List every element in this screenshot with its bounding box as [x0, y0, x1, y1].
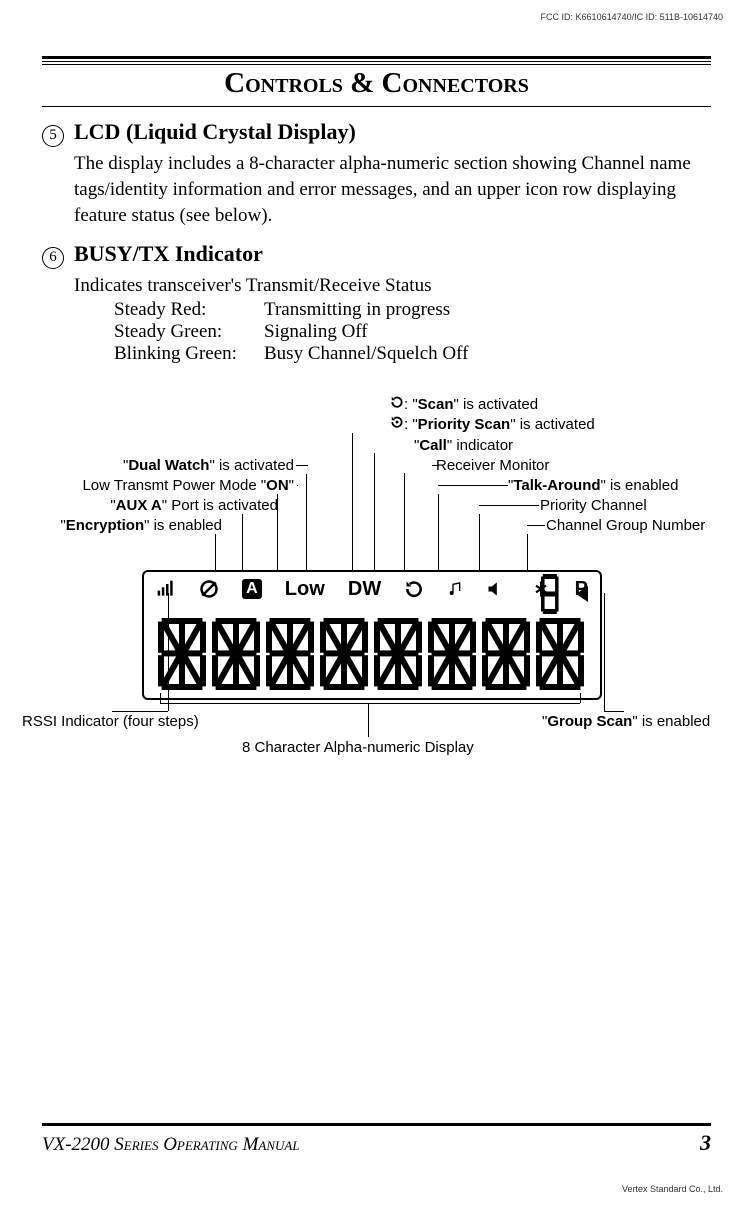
scan-cycle-icon: [390, 395, 404, 409]
leader-line: [368, 703, 369, 737]
status-row: Blinking Green: Busy Channel/Squelch Off: [114, 343, 711, 365]
leader-line: [604, 593, 605, 711]
page-title: Controls & Connectors: [224, 67, 529, 99]
leader-line: [296, 465, 308, 466]
segment-char: [536, 618, 584, 690]
segment-char: [158, 618, 206, 690]
alpha-numeric-segments: [158, 618, 584, 690]
encryption-off-icon: [199, 579, 219, 599]
priority-scan-label: : "Priority Scan" is activated: [390, 415, 595, 433]
lcd-icon-row: A Low DW P: [156, 578, 588, 601]
status-row: Steady Red: Transmitting in progress: [114, 299, 711, 321]
leader-line: [277, 494, 278, 574]
segment-char: [482, 618, 530, 690]
group-scan-label: "Group Scan" is enabled: [542, 713, 710, 730]
speaker-monitor-icon: [486, 579, 506, 599]
lcd-panel: A Low DW P: [142, 570, 602, 700]
leader-line: [306, 474, 307, 574]
page-footer: VX-2200 Series Operating Manual 3: [42, 1123, 711, 1156]
dual-watch-label: "Dual Watch" is activated: [94, 457, 294, 474]
leader-line: [438, 485, 508, 486]
leader-line: [352, 433, 353, 573]
leader-line: [242, 514, 243, 574]
leader-line: [527, 534, 528, 574]
receiver-monitor-label: Receiver Monitor: [436, 457, 549, 474]
status-label: Blinking Green:: [114, 343, 264, 365]
status-desc: Busy Channel/Squelch Off: [264, 343, 468, 365]
alphanumeric-label: 8 Character Alpha-numeric Display: [242, 739, 474, 756]
segment-char: [320, 618, 368, 690]
low-power-label: Low Transmt Power Mode "ON": [59, 477, 294, 494]
leader-line: [432, 465, 438, 466]
leader-line: [479, 514, 480, 574]
rule-top: [42, 56, 711, 62]
leader-line: [168, 593, 169, 711]
leader-line: [604, 711, 624, 712]
status-desc: Transmitting in progress: [264, 299, 450, 321]
scan-icon: [404, 579, 424, 599]
copyright-text: Vertex Standard Co., Ltd.: [622, 1184, 723, 1194]
segment-char: [266, 618, 314, 690]
status-table: Steady Red: Transmitting in progress Ste…: [114, 299, 711, 365]
section-5-title: LCD (Liquid Crystal Display): [74, 119, 356, 145]
leader-line: [438, 494, 439, 574]
dual-watch-icon: DW: [348, 578, 381, 601]
talk-around-label: "Talk-Around" is enabled: [508, 477, 678, 494]
channel-group-segment: [540, 574, 568, 618]
circled-number-5: 5: [42, 125, 64, 147]
fcc-id-text: FCC ID: K6610614740/IC ID: 511B-10614740: [541, 12, 723, 22]
section-6-title: BUSY/TX Indicator: [74, 241, 263, 267]
section-5-heading: 5 LCD (Liquid Crystal Display): [42, 119, 711, 147]
leader-line: [160, 693, 161, 703]
group-scan-arrow-icon: [576, 586, 588, 602]
leader-line: [297, 485, 298, 486]
segment-char: [374, 618, 422, 690]
leader-line: [580, 693, 581, 703]
status-desc: Signaling Off: [264, 321, 368, 343]
scan-label: : "Scan" is activated: [390, 395, 538, 413]
aux-a-icon: A: [242, 579, 262, 599]
leader-line: [527, 525, 545, 526]
page-content: Controls & Connectors 5 LCD (Liquid Crys…: [0, 0, 753, 795]
call-note-icon: [447, 579, 463, 599]
low-power-icon: Low: [285, 578, 325, 601]
leader-line: [479, 505, 539, 506]
section-5-body: The display includes a 8-character alpha…: [74, 151, 711, 230]
signal-icon: [156, 579, 176, 599]
priority-channel-label: Priority Channel: [540, 497, 647, 514]
leader-line: [404, 473, 405, 573]
rssi-label: RSSI Indicator (four steps): [22, 713, 199, 730]
segment-char: [212, 618, 260, 690]
leader-line: [215, 534, 216, 574]
call-indicator-label: "Call" indicator: [414, 437, 513, 454]
leader-line: [160, 703, 580, 704]
encryption-label: "Encryption" is enabled: [22, 517, 222, 534]
lcd-diagram: : "Scan" is activated : "Priority Scan" …: [42, 395, 711, 795]
eight-segment-icon: [540, 574, 560, 614]
section-6-intro: Indicates transceiver's Transmit/Receive…: [74, 273, 711, 299]
circled-number-6: 6: [42, 247, 64, 269]
status-label: Steady Green:: [114, 321, 264, 343]
footer-manual-title: VX-2200 Series Operating Manual: [42, 1134, 300, 1156]
status-row: Steady Green: Signaling Off: [114, 321, 711, 343]
leader-line: [112, 711, 168, 712]
channel-group-label: Channel Group Number: [546, 517, 705, 534]
segment-char: [428, 618, 476, 690]
section-6-heading: 6 BUSY/TX Indicator: [42, 241, 711, 269]
aux-a-label: "AUX A" Port is activated: [78, 497, 278, 514]
leader-line: [374, 453, 375, 573]
status-label: Steady Red:: [114, 299, 264, 321]
page-number: 3: [700, 1130, 711, 1156]
priority-scan-cycle-icon: [390, 415, 404, 429]
title-row: Controls & Connectors: [42, 64, 711, 107]
